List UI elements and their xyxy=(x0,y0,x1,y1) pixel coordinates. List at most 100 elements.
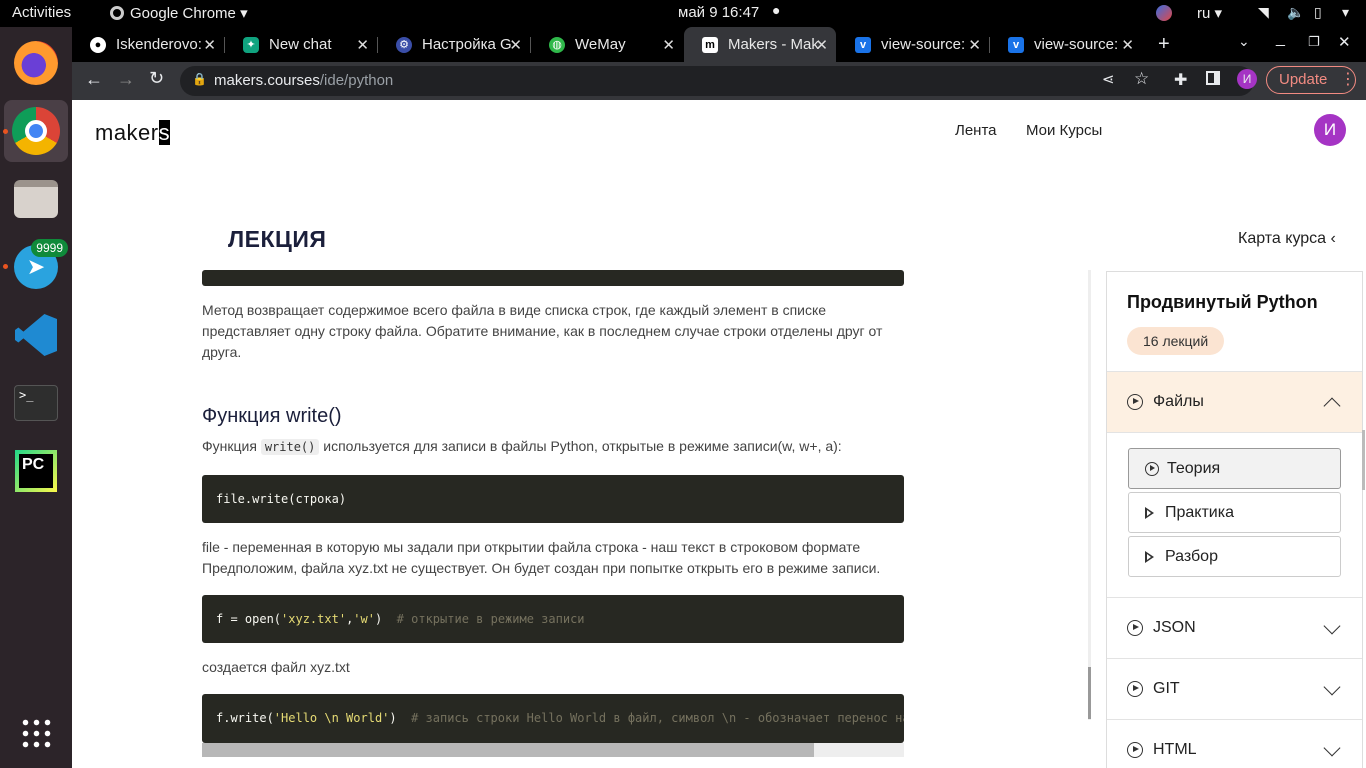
close-icon[interactable]: ✕ xyxy=(509,36,522,54)
notification-dot-icon: ● xyxy=(772,2,781,18)
tab-new-chat[interactable]: ✦ New chat ✕ xyxy=(225,27,377,62)
code-horizontal-scrollbar[interactable] xyxy=(202,743,904,757)
close-icon[interactable]: ✕ xyxy=(356,36,369,54)
terminal-launcher[interactable]: >_ xyxy=(4,372,68,434)
telegram-launcher[interactable]: ➤ 9999 xyxy=(4,236,68,298)
section-heading: Функция write() xyxy=(202,405,342,427)
back-arrow-icon[interactable]: ← xyxy=(85,69,103,90)
site-logo[interactable]: makers xyxy=(95,120,171,146)
close-icon[interactable]: ✕ xyxy=(1121,36,1134,54)
paragraph: Функция write() используется для записи … xyxy=(202,436,904,458)
text: используется для записи в файлы Python, … xyxy=(319,438,842,454)
window-close-icon[interactable]: ✕ xyxy=(1338,33,1351,51)
code-string: 'xyz.txt' xyxy=(281,612,347,626)
activities-button[interactable]: Activities xyxy=(12,4,71,21)
files-launcher[interactable] xyxy=(4,168,68,230)
vscode-launcher[interactable] xyxy=(4,304,68,366)
scrollbar-thumb[interactable] xyxy=(202,743,814,757)
tab-view-source-1[interactable]: v view-source: ✕ xyxy=(837,27,989,62)
pycharm-launcher[interactable]: PC xyxy=(4,440,68,502)
chrome-launcher[interactable] xyxy=(4,100,68,162)
module-git[interactable]: GIT xyxy=(1107,658,1362,719)
play-circle-icon xyxy=(1127,742,1143,758)
tab-github[interactable]: ● Iskenderovo: ✕ xyxy=(72,27,224,62)
maximize-icon[interactable]: ❐ xyxy=(1308,34,1320,50)
chatgpt-icon: ✦ xyxy=(243,36,259,53)
nav-feed[interactable]: Лента xyxy=(955,122,997,139)
module-files[interactable]: Файлы xyxy=(1107,371,1362,432)
sidebar-scrollbar[interactable] xyxy=(1362,430,1365,490)
nav-my-courses[interactable]: Мои Курсы xyxy=(1026,122,1102,139)
course-title: Продвинутый Python xyxy=(1127,292,1318,312)
chevron-up-icon xyxy=(1323,397,1341,415)
forward-arrow-icon[interactable]: → xyxy=(117,69,135,90)
code-block: f.write('Hello \n World') # запись строк… xyxy=(202,694,904,743)
code-block-tail xyxy=(202,270,904,286)
tab-search-chevron-icon[interactable]: ⌄ xyxy=(1238,33,1250,50)
side-panel-icon[interactable] xyxy=(1206,71,1220,85)
lock-icon[interactable]: 🔒 xyxy=(192,72,207,86)
menu-kebab-icon[interactable]: ⋮ xyxy=(1340,69,1356,89)
vscode-icon xyxy=(15,314,57,356)
profile-avatar[interactable]: И xyxy=(1237,69,1257,89)
lessons-list: Теория Практика Разбор xyxy=(1107,432,1362,598)
new-tab-plus-icon[interactable]: + xyxy=(1158,33,1170,56)
module-html[interactable]: HTML xyxy=(1107,719,1362,768)
address-bar[interactable]: 🔒 makers.courses/ide/python ⋖ ☆ xyxy=(180,66,1254,96)
play-circle-icon xyxy=(1127,681,1143,697)
paragraph: Метод возвращает содержимое всего файла … xyxy=(202,302,883,360)
code-comment: # запись строки Hello World в файл, симв… xyxy=(411,711,904,725)
clock[interactable]: май 9 16:47 xyxy=(678,4,759,21)
power-menu-icon[interactable]: ▾ xyxy=(1342,4,1349,21)
scrollbar-thumb[interactable] xyxy=(1088,667,1091,719)
app-menu[interactable]: Google Chrome ▾ xyxy=(110,4,248,22)
bookmark-star-icon[interactable]: ☆ xyxy=(1134,69,1149,89)
show-apps-button[interactable] xyxy=(4,702,68,764)
wifi-icon[interactable]: ◥ xyxy=(1258,4,1269,21)
module-label: JSON xyxy=(1153,619,1196,636)
page: makers Лента Мои Курсы И ЛЕКЦИЯ Карта ку… xyxy=(72,100,1366,768)
content-vertical-scrollbar[interactable] xyxy=(1088,270,1091,720)
lesson-practice[interactable]: Практика xyxy=(1128,492,1341,533)
chrome-icon xyxy=(12,107,60,155)
share-icon[interactable]: ⋖ xyxy=(1102,70,1115,88)
code-token: f = open( xyxy=(216,612,282,626)
close-icon[interactable]: ✕ xyxy=(203,36,216,54)
indicator-app-icon[interactable] xyxy=(1156,5,1172,21)
url-text[interactable]: makers.courses/ide/python xyxy=(214,72,393,89)
lesson-label: Практика xyxy=(1165,503,1234,521)
tab-settings[interactable]: ⚙ Настройка G ✕ xyxy=(378,27,530,62)
close-icon[interactable]: ✕ xyxy=(662,36,675,54)
code-block: file.write(строка) xyxy=(202,475,904,523)
language-indicator[interactable]: ru ▾ xyxy=(1197,4,1222,22)
browser-tab-strip: ● Iskenderovo: ✕ ✦ New chat ✕ ⚙ Настройк… xyxy=(72,27,1366,62)
lesson-review[interactable]: Разбор xyxy=(1128,536,1341,577)
firefox-icon xyxy=(14,41,58,85)
module-json[interactable]: JSON xyxy=(1107,597,1362,658)
close-icon[interactable]: ✕ xyxy=(968,36,981,54)
tab-wemay[interactable]: ◍ WeMay ✕ xyxy=(531,27,683,62)
battery-icon[interactable]: ▯ xyxy=(1314,4,1322,21)
grid-icon xyxy=(20,717,52,749)
tab-view-source-2[interactable]: v view-source: ✕ xyxy=(990,27,1142,62)
text: Функция xyxy=(202,438,261,454)
lesson-theory[interactable]: Теория xyxy=(1128,448,1341,489)
close-icon[interactable]: ✕ xyxy=(815,36,828,54)
chevron-down-icon xyxy=(1323,739,1341,757)
firefox-launcher[interactable] xyxy=(4,32,68,94)
caret-down-icon: ▾ xyxy=(240,5,248,22)
code-string: 'w' xyxy=(353,612,375,626)
logo-text: maker xyxy=(95,120,159,145)
makers-favicon: m xyxy=(702,36,718,53)
course-map-link[interactable]: Карта курса ‹ xyxy=(1238,230,1336,248)
chevron-down-icon xyxy=(1323,678,1341,696)
code-comment: # открытие в режиме записи xyxy=(396,612,585,626)
url-path: /ide/python xyxy=(319,72,394,89)
reload-icon[interactable]: ↻ xyxy=(149,68,164,89)
minimize-icon[interactable]: _ xyxy=(1276,30,1285,48)
user-avatar[interactable]: И xyxy=(1314,114,1346,146)
extensions-puzzle-icon[interactable]: ✚ xyxy=(1174,70,1187,90)
volume-icon[interactable]: 🔈 xyxy=(1287,4,1304,21)
tab-makers[interactable]: m Makers - Mak ✕ xyxy=(684,27,836,62)
paragraph: создается файл xyz.txt xyxy=(202,659,350,675)
